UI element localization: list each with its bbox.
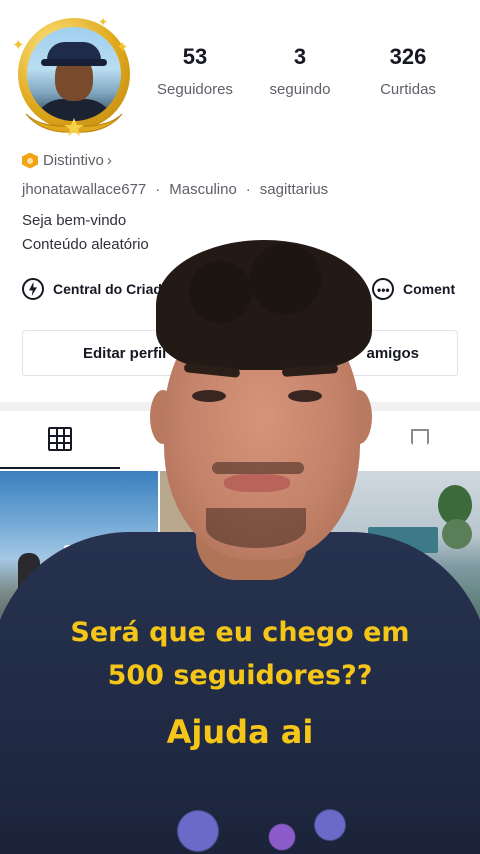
caption-line: Será que eu chego em bbox=[70, 617, 410, 648]
badge-icon bbox=[22, 152, 38, 169]
badge-label: Distintivo bbox=[43, 152, 104, 169]
edit-profile-label: Editar perfil bbox=[83, 344, 167, 362]
profile-actions: Editar perfil amigos bbox=[22, 330, 458, 376]
video-icon bbox=[64, 545, 94, 571]
username[interactable]: jhonatawallace677 bbox=[22, 181, 146, 198]
chat-dots-icon: ••• bbox=[372, 278, 394, 300]
following-stat[interactable]: 3 seguindo bbox=[250, 44, 350, 98]
zodiac-sign: sagittarius bbox=[259, 181, 329, 198]
following-label: seguindo bbox=[269, 81, 331, 98]
bookmark-icon bbox=[411, 429, 429, 451]
meta-separator: · bbox=[245, 181, 251, 198]
caption-line: 500 seguidores?? bbox=[107, 660, 373, 691]
sparkle-icon: ✦ bbox=[12, 37, 25, 54]
comments-link[interactable]: ••• Coment bbox=[372, 278, 455, 300]
followers-stat[interactable]: 53 Seguidores bbox=[140, 44, 250, 98]
likes-stat[interactable]: 326 Curtidas bbox=[350, 44, 466, 98]
add-friends-label: amigos bbox=[366, 344, 419, 362]
comments-label: Coment bbox=[403, 281, 456, 297]
following-count: 3 bbox=[293, 44, 307, 69]
bolt-icon bbox=[22, 278, 44, 300]
profile-meta: jhonatawallace677 · Masculino · sagittar… bbox=[22, 181, 328, 198]
tab-saved[interactable] bbox=[360, 411, 480, 469]
tab-videos[interactable] bbox=[0, 411, 120, 469]
creator-center-label: Central do Criador bbox=[53, 281, 176, 297]
profile-stats: 53 Seguidores 3 seguindo 326 Curtidas bbox=[140, 44, 470, 98]
video-thumbnail[interactable] bbox=[160, 471, 320, 631]
avatar[interactable]: ✦ ✦ ✦ bbox=[12, 14, 136, 138]
video-thumbnail[interactable] bbox=[0, 471, 158, 631]
laurel-icon bbox=[25, 113, 123, 136]
sparkle-icon: ✦ bbox=[116, 39, 129, 56]
section-divider bbox=[0, 402, 480, 411]
chevron-right-icon: › bbox=[106, 152, 112, 169]
content-tabs bbox=[0, 411, 480, 469]
gender: Masculino bbox=[169, 181, 237, 198]
sparkle-icon: ✦ bbox=[98, 15, 109, 29]
grid-icon bbox=[48, 427, 72, 451]
creator-center-link[interactable]: Central do Criador bbox=[22, 278, 176, 300]
followers-label: Seguidores bbox=[157, 81, 233, 98]
meta-separator: · bbox=[155, 181, 161, 198]
likes-count: 326 bbox=[389, 44, 427, 69]
quick-links: Central do Criador ••• Coment bbox=[22, 278, 462, 302]
video-thumbnail[interactable] bbox=[322, 471, 480, 631]
edit-profile-button[interactable]: Editar perfil bbox=[22, 330, 238, 376]
shirt-print bbox=[150, 795, 390, 854]
avatar-photo bbox=[27, 27, 121, 121]
caption-line: Ajuda ai bbox=[166, 713, 314, 751]
bio-line: Conteúdo aleatório bbox=[22, 236, 149, 253]
add-friends-button[interactable]: amigos bbox=[246, 330, 458, 376]
followers-count: 53 bbox=[182, 44, 208, 69]
badge-link[interactable]: Distintivo › bbox=[22, 152, 112, 169]
bio-line: Seja bem-vindo bbox=[22, 212, 127, 229]
likes-label: Curtidas bbox=[380, 81, 436, 98]
